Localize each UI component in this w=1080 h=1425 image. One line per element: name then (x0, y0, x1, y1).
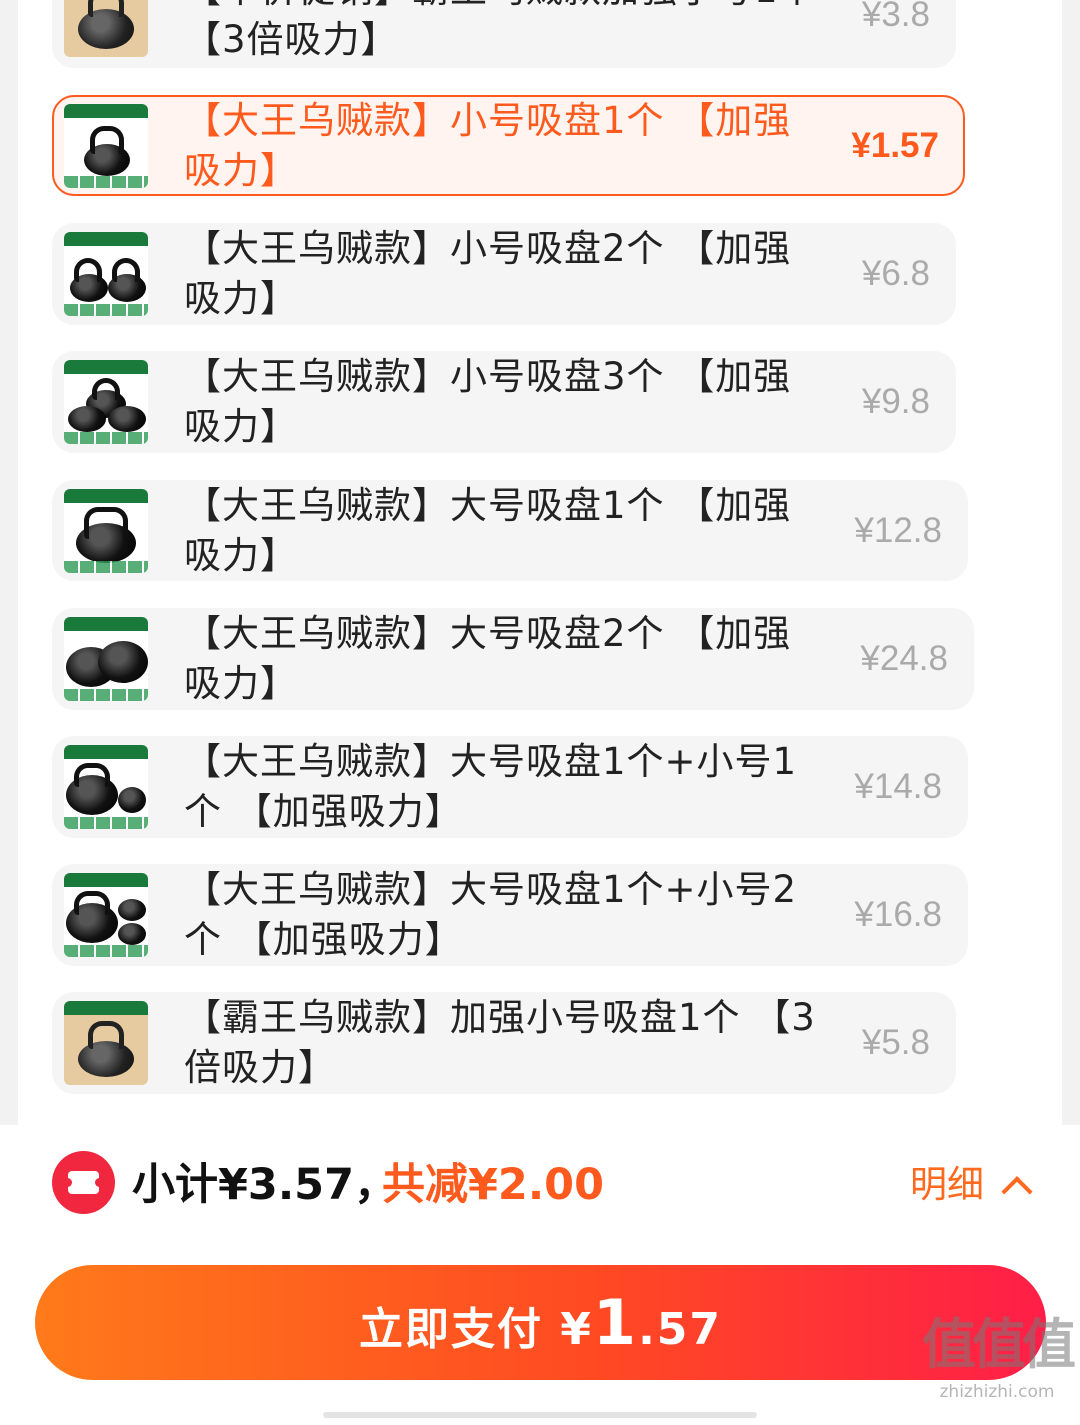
detail-label: 明细 (910, 1163, 984, 1206)
sku-label: 【大王乌贼款】小号吸盘3个 【加强吸力】 (184, 355, 792, 448)
product-thumbnail (64, 1001, 148, 1085)
product-thumbnail (64, 745, 148, 829)
product-thumbnail (64, 103, 148, 188)
sku-option[interactable]: 【大王乌贼款】大号吸盘1个 【加强吸力】 ¥12.8 (52, 480, 968, 581)
pay-label: 立即支付 ¥ (358, 1304, 593, 1355)
coupon-ticket-icon (52, 1151, 115, 1214)
watermark-logo: 值值值 (922, 1313, 1076, 1376)
watermark-url: zhizhizhi.com (939, 1382, 1055, 1402)
sku-price: ¥24.8 (860, 639, 948, 678)
sku-option-selected[interactable]: 【大王乌贼款】小号吸盘1个 【加强吸力】 ¥1.57 (52, 95, 965, 196)
pay-amount-decimal: .57 (638, 1304, 723, 1355)
watermark: 值值值 zhizhizhi.com (922, 1310, 1076, 1404)
sku-price: ¥12.8 (854, 510, 942, 550)
product-thumbnail (64, 0, 148, 57)
product-thumbnail (64, 488, 148, 573)
sku-price: ¥6.8 (861, 254, 930, 293)
sku-price: ¥3.8 (861, 0, 930, 34)
detail-toggle[interactable]: 明细 (910, 1157, 1033, 1213)
pay-amount-integer: 1 (592, 1286, 639, 1359)
sku-label: 【大王乌贼款】大号吸盘1个 【加强吸力】 (184, 483, 792, 577)
sku-option[interactable]: 【大王乌贼款】小号吸盘2个 【加强吸力】 ¥6.8 (52, 223, 956, 325)
product-thumbnail (64, 360, 148, 444)
sku-option[interactable]: 【大王乌贼款】小号吸盘3个 【加强吸力】 ¥9.8 (52, 351, 956, 453)
product-thumbnail (64, 232, 148, 316)
product-thumbnail (64, 873, 148, 957)
sku-price: ¥16.8 (854, 895, 942, 934)
sku-option[interactable]: 【大王乌贼款】大号吸盘2个 【加强吸力】 ¥24.8 (52, 608, 974, 710)
sku-option[interactable]: 【大王乌贼款】大号吸盘1个+小号2个 【加强吸力】 ¥16.8 (52, 864, 968, 966)
discount-text: 共减¥2.00 (382, 1160, 605, 1210)
sku-price: ¥14.8 (854, 767, 942, 806)
sku-label: 【大王乌贼款】大号吸盘2个 【加强吸力】 (184, 612, 792, 705)
sku-option[interactable]: 【大王乌贼款】大号吸盘1个+小号1个 【加强吸力】 ¥14.8 (52, 736, 968, 838)
subtotal-text: 小计¥3.57， (132, 1160, 398, 1210)
checkout-footer: 小计¥3.57， 共减¥2.00 明细 立即支付 ¥1.57 (0, 1125, 1080, 1425)
home-indicator (323, 1412, 757, 1418)
sku-price: ¥1.57 (851, 125, 939, 165)
sku-label: 【大王乌贼款】大号吸盘1个+小号2个 【加强吸力】 (184, 868, 798, 961)
sku-option[interactable]: 【半价促销】霸王乌贼款加强小号1个 【3倍吸力】 ¥3.8 (52, 0, 956, 68)
sku-label: 【大王乌贼款】大号吸盘1个+小号1个 【加强吸力】 (184, 740, 798, 833)
chevron-up-icon (1001, 1176, 1033, 1208)
sku-label: 【大王乌贼款】小号吸盘1个 【加强吸力】 (184, 98, 792, 192)
pay-now-button[interactable]: 立即支付 ¥1.57 (35, 1265, 1046, 1380)
sku-price: ¥5.8 (861, 1023, 930, 1062)
sku-price: ¥9.8 (861, 382, 930, 421)
sku-option[interactable]: 【霸王乌贼款】加强小号吸盘1个 【3倍吸力】 ¥5.8 (52, 992, 956, 1094)
sku-label: 【霸王乌贼款】加强小号吸盘1个 【3倍吸力】 (184, 996, 816, 1089)
sku-list[interactable]: 【半价促销】霸王乌贼款加强小号1个 【3倍吸力】 ¥3.8 【大王乌贼款】小号吸… (0, 0, 1080, 1125)
sku-label: 【大王乌贼款】小号吸盘2个 【加强吸力】 (184, 227, 792, 320)
sku-label: 【半价促销】霸王乌贼款加强小号1个 【3倍吸力】 (184, 0, 816, 61)
product-thumbnail (64, 617, 148, 701)
